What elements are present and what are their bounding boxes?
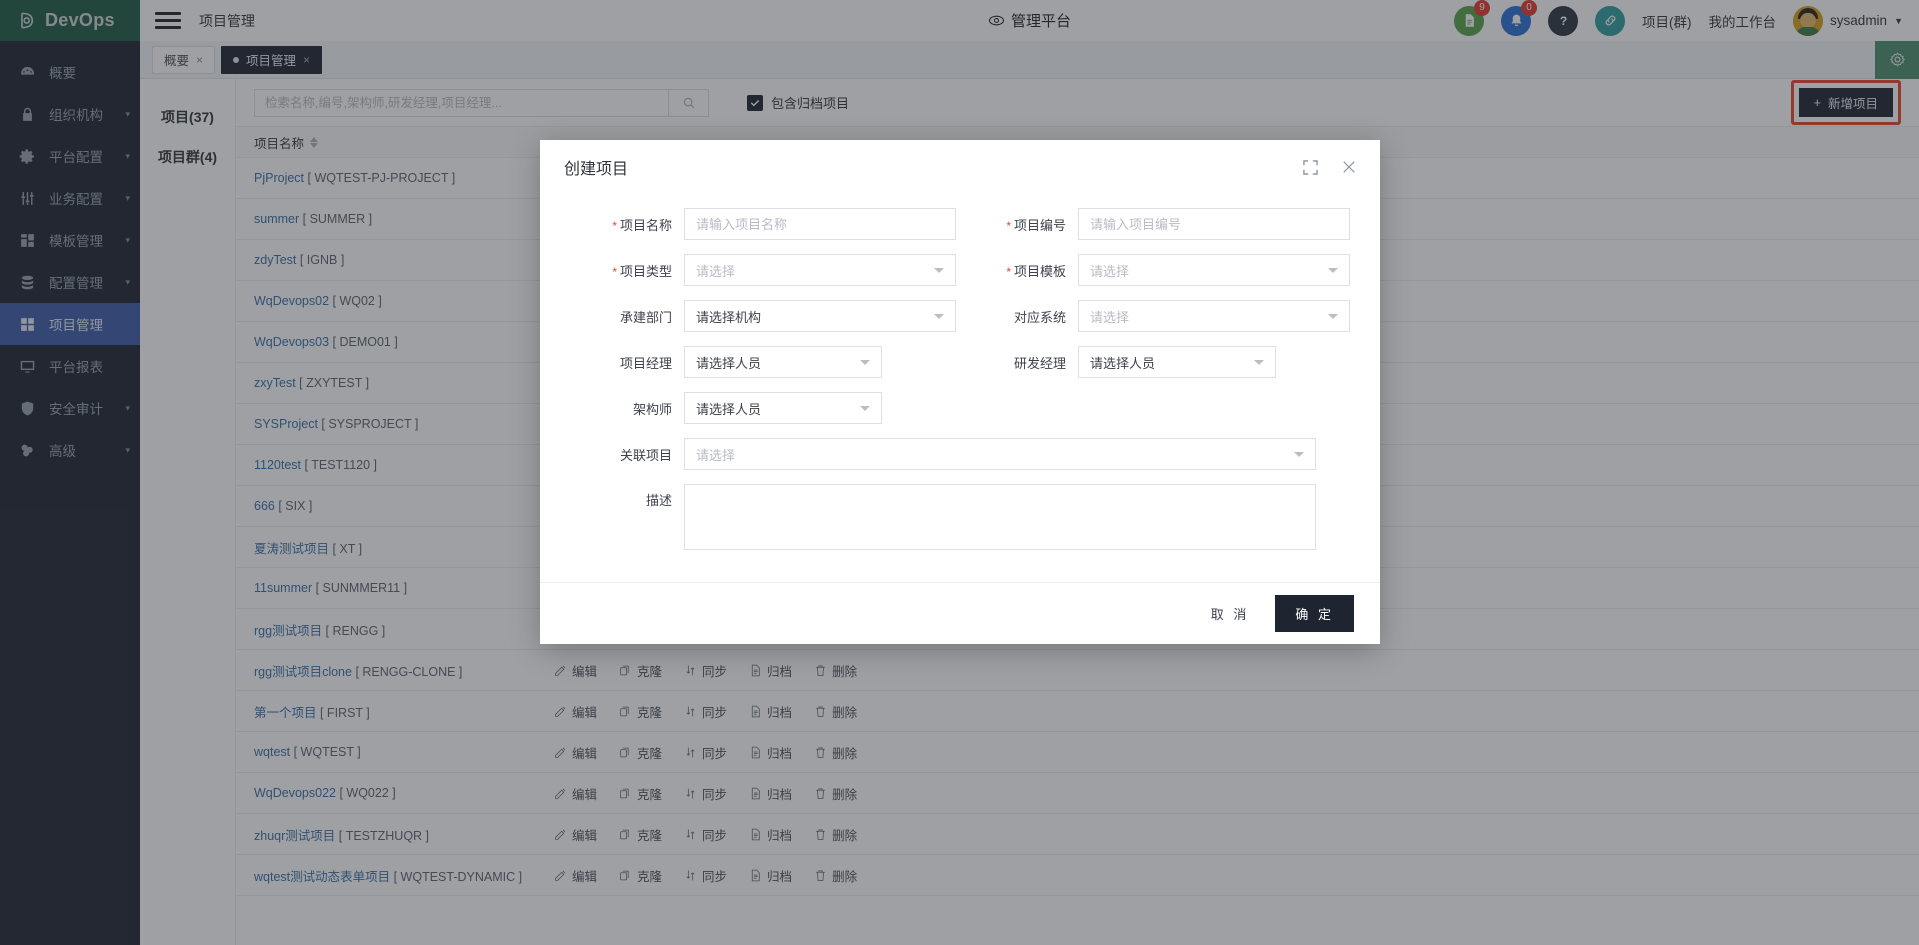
- chevron-down-icon: [1328, 313, 1338, 319]
- field-project-type: * 项目类型 请选择: [566, 254, 960, 286]
- select-value: 请选择人员: [696, 401, 762, 417]
- chevron-down-icon: [1254, 359, 1264, 365]
- label-text: 项目编号: [1013, 217, 1066, 233]
- select-value: 请选择机构: [696, 309, 762, 325]
- field-label: 研发经理: [1013, 355, 1066, 371]
- select-value: 请选择人员: [696, 355, 762, 371]
- dialog-title: 创建项目: [564, 161, 629, 178]
- field-label: 架构师: [632, 401, 672, 417]
- field-label: 项目经理: [619, 355, 672, 371]
- project-name-input[interactable]: [696, 216, 944, 232]
- close-icon: [1343, 161, 1355, 173]
- required-marker: *: [1006, 219, 1011, 234]
- chevron-down-icon: [860, 359, 870, 365]
- form-row-3: 承建部门 请选择机构 对应系统 请选择: [566, 300, 1354, 332]
- dialog-header: 创建项目: [540, 140, 1380, 194]
- related-system-select[interactable]: 请选择: [1078, 300, 1350, 332]
- confirm-button[interactable]: 确 定: [1275, 595, 1354, 632]
- select-value: 请选择: [696, 263, 736, 279]
- field-label: * 项目类型: [566, 261, 684, 280]
- project-code-input[interactable]: [1090, 216, 1338, 232]
- architect-select[interactable]: 请选择人员: [684, 392, 882, 424]
- expand-icon: [1303, 159, 1318, 175]
- select-value: 请选择人员: [1090, 355, 1156, 371]
- field-label: 描述: [645, 493, 672, 508]
- field-description: 描述: [566, 484, 1354, 550]
- form-row-4: 项目经理 请选择人员 研发经理 请选择人员: [566, 346, 1354, 378]
- project-template-select[interactable]: 请选择: [1078, 254, 1350, 286]
- select-value: 请选择: [696, 447, 736, 463]
- field-label: 对应系统: [1013, 309, 1066, 325]
- field-project-manager: 项目经理 请选择人员: [566, 346, 960, 378]
- field-label: * 项目模板: [960, 261, 1078, 280]
- chevron-down-icon: [934, 313, 944, 319]
- form-row-7: 描述: [566, 484, 1354, 550]
- required-marker: *: [612, 265, 617, 280]
- field-related-project: 关联项目 请选择: [566, 438, 1354, 470]
- field-related-system: 对应系统 请选择: [960, 300, 1354, 332]
- field-project-name: * 项目名称: [566, 208, 960, 240]
- chevron-down-icon: [934, 267, 944, 273]
- field-label: * 项目编号: [960, 215, 1078, 234]
- label-text: 项目名称: [619, 217, 672, 233]
- dialog-footer: 取 消 确 定: [540, 582, 1380, 644]
- cancel-button[interactable]: 取 消: [1201, 597, 1260, 630]
- field-label: 承建部门: [619, 309, 672, 325]
- project-type-select[interactable]: 请选择: [684, 254, 956, 286]
- build-dept-select[interactable]: 请选择机构: [684, 300, 956, 332]
- project-name-input-wrap[interactable]: [684, 208, 956, 240]
- field-project-code: * 项目编号: [960, 208, 1354, 240]
- label-text: 项目模板: [1013, 263, 1066, 279]
- field-label: 关联项目: [619, 447, 672, 463]
- select-value: 请选择: [1090, 263, 1130, 279]
- create-project-dialog: 创建项目 * 项目名称 请输入项目名称 * 项目编号 请输入项目编号 * 项目类…: [540, 140, 1380, 644]
- form-row-2: * 项目类型 请选择 * 项目模板 请选择: [566, 254, 1354, 286]
- project-manager-select[interactable]: 请选择人员: [684, 346, 882, 378]
- select-value: 请选择: [1090, 309, 1130, 325]
- close-button[interactable]: [1342, 160, 1356, 174]
- required-marker: *: [612, 219, 617, 234]
- dialog-header-actions: [1303, 159, 1356, 175]
- form-row-1: *项目名称 *项目编号: [566, 208, 1354, 240]
- chevron-down-icon: [1328, 267, 1338, 273]
- field-architect: 架构师 请选择人员: [566, 392, 960, 424]
- dialog-body: *项目名称 *项目编号: [540, 194, 1380, 582]
- field-label: * 项目名称: [566, 215, 684, 234]
- dev-manager-select[interactable]: 请选择人员: [1078, 346, 1276, 378]
- fullscreen-button[interactable]: [1303, 159, 1318, 175]
- chevron-down-icon: [1294, 451, 1304, 457]
- project-code-input-wrap[interactable]: [1078, 208, 1350, 240]
- field-project-template: * 项目模板 请选择: [960, 254, 1354, 286]
- required-marker: *: [1006, 265, 1011, 280]
- label-text: 项目类型: [619, 263, 672, 279]
- form-row-5: 架构师 请选择人员: [566, 392, 1354, 424]
- description-textarea[interactable]: [684, 484, 1316, 550]
- field-dev-manager: 研发经理 请选择人员: [960, 346, 1354, 378]
- app-root: DevOps 概要 组织机构 ▾ 平台配置 ▾ 业务配置 ▾ 模板管理 ▾ 配置…: [0, 0, 1919, 945]
- field-build-dept: 承建部门 请选择机构: [566, 300, 960, 332]
- related-project-select[interactable]: 请选择: [684, 438, 1316, 470]
- form-row-6: 关联项目 请选择: [566, 438, 1354, 470]
- chevron-down-icon: [860, 405, 870, 411]
